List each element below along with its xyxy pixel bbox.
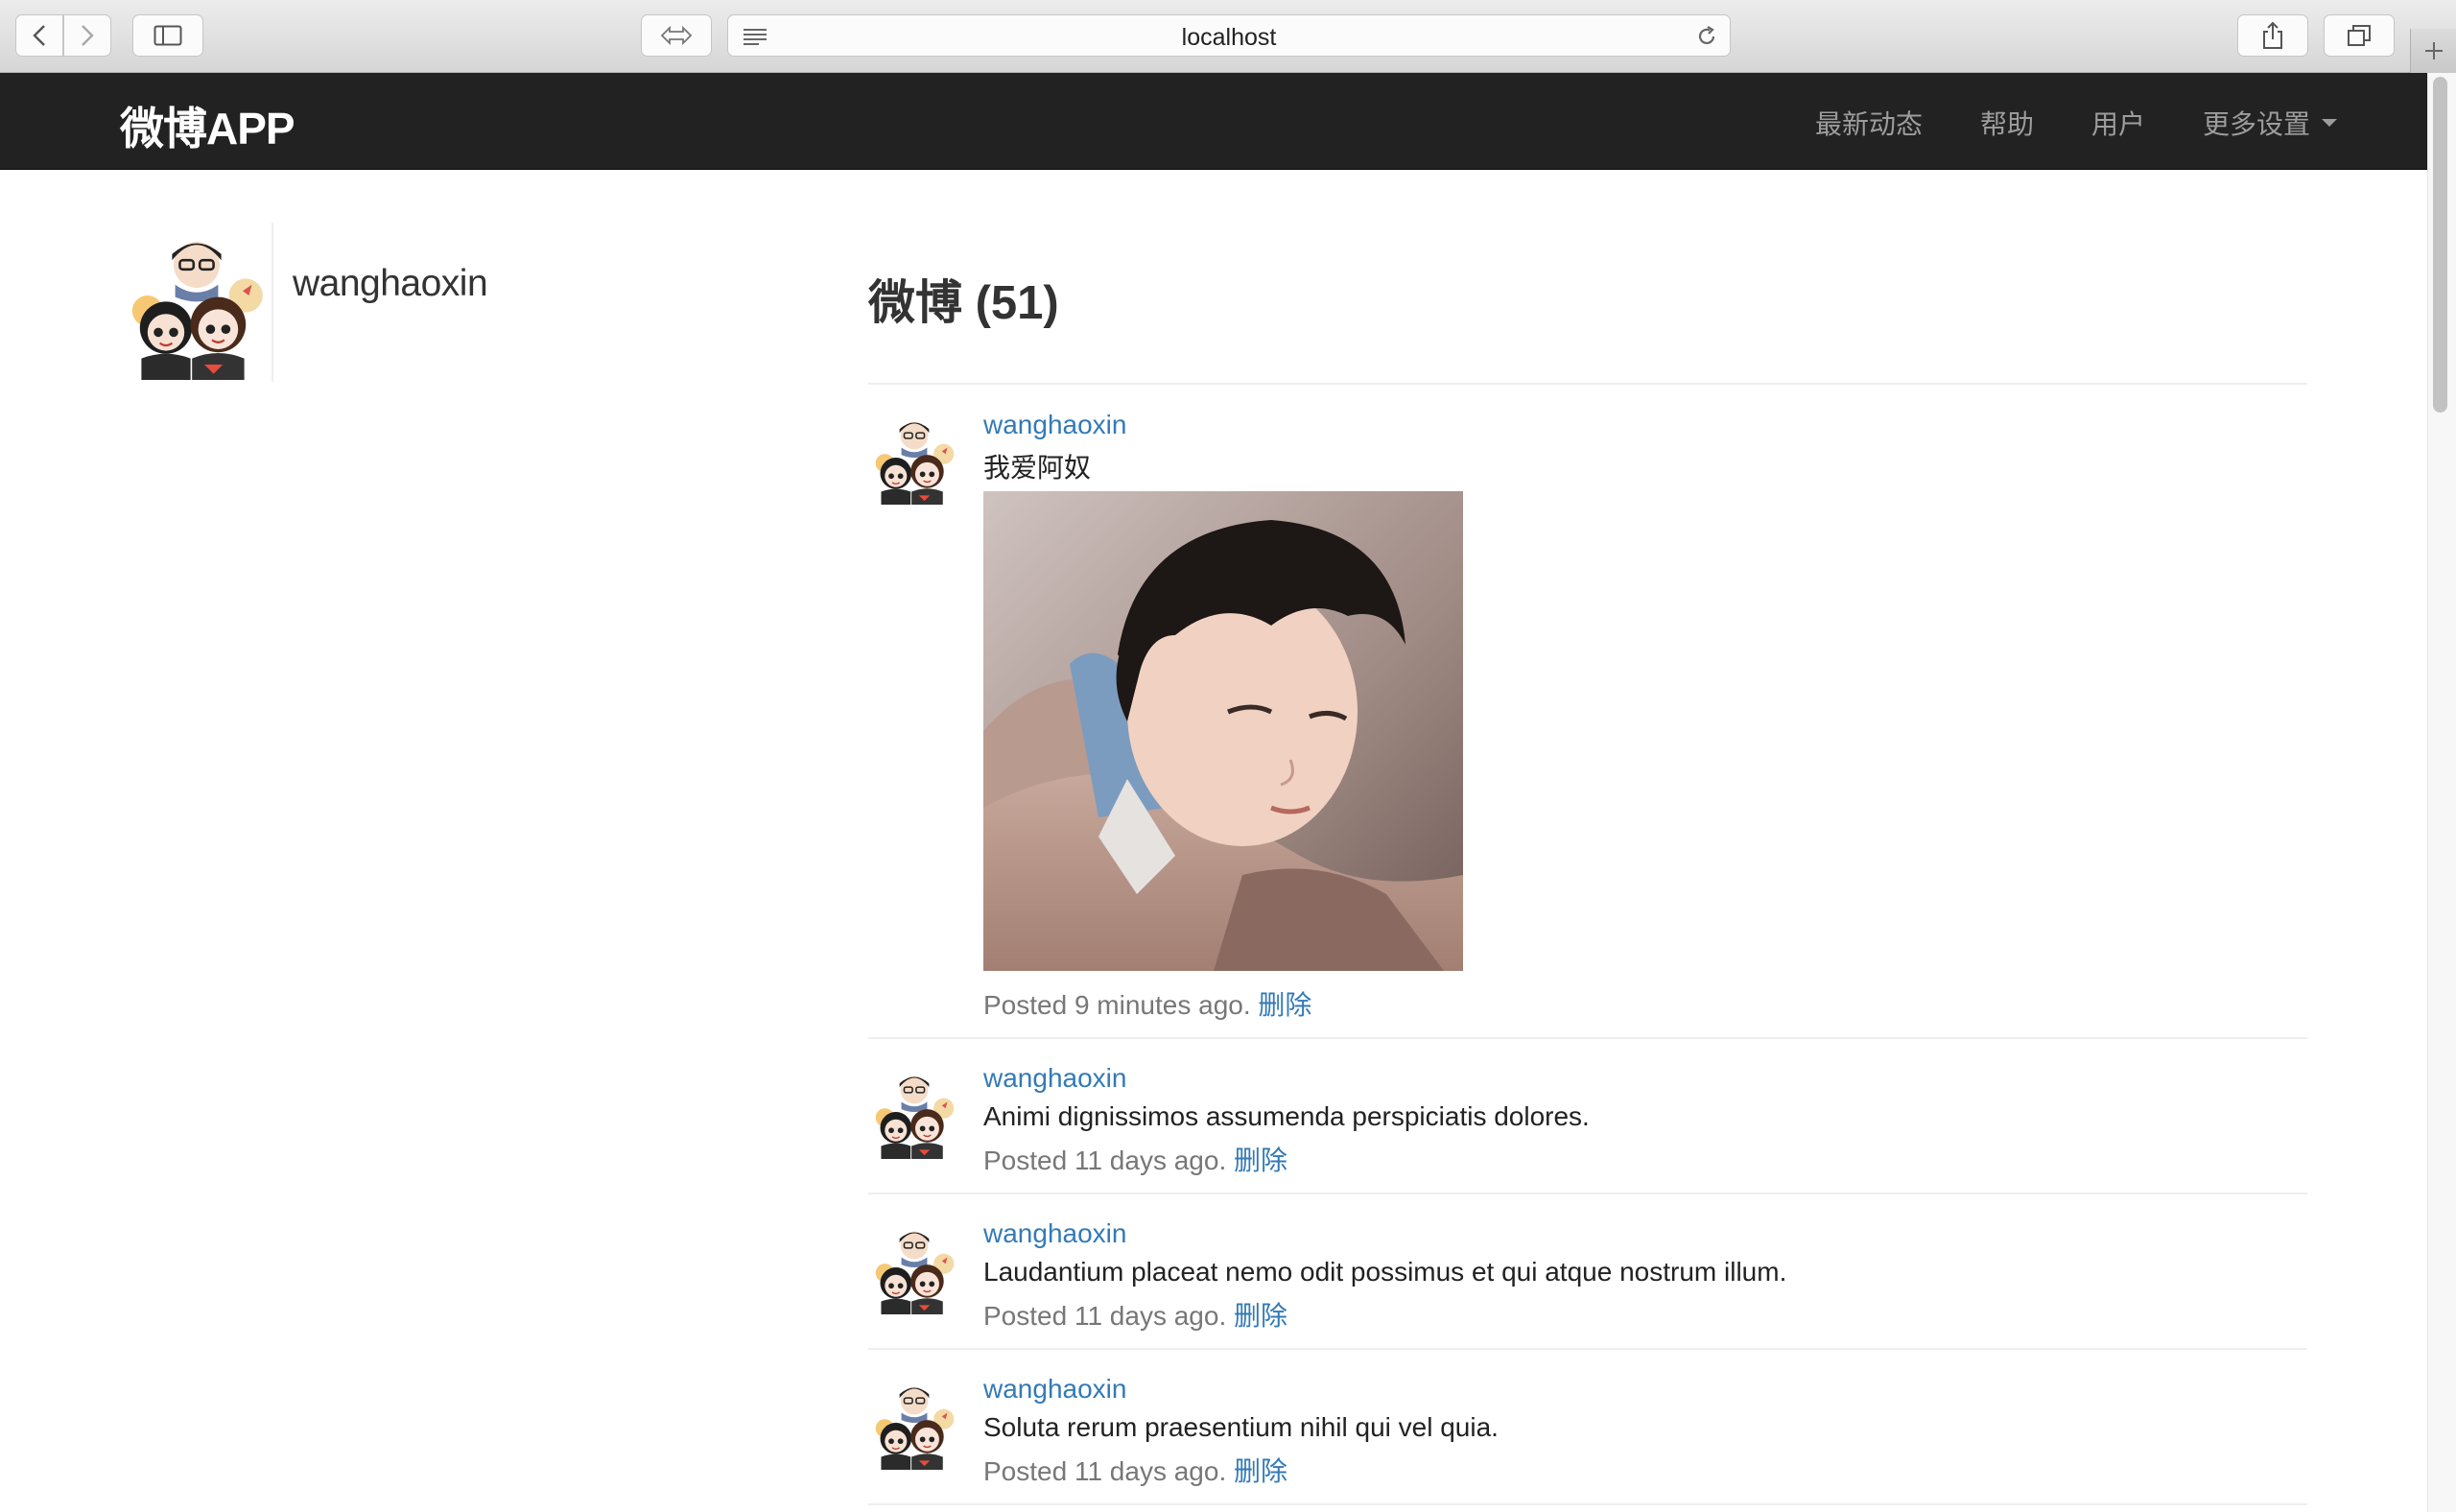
tabs-button[interactable] bbox=[2324, 14, 2395, 57]
nav-item-label: 最新动态 bbox=[1814, 109, 1923, 139]
post-username[interactable]: wanghaoxin bbox=[983, 1374, 1126, 1405]
reader-button[interactable] bbox=[641, 14, 712, 57]
nav-item-label: 更多设置 bbox=[2202, 109, 2310, 139]
sidebar-button[interactable] bbox=[132, 14, 203, 57]
post-text: Soluta rerum praesentium nihil qui vel q… bbox=[983, 1412, 1499, 1442]
post-meta: Posted 11 days ago. 删除 bbox=[983, 1295, 1287, 1334]
nav-item-latest[interactable]: 最新动态 bbox=[1815, 104, 1923, 142]
forward-button[interactable] bbox=[63, 14, 111, 57]
back-icon bbox=[33, 25, 45, 46]
divider bbox=[868, 383, 2307, 385]
delete-link[interactable]: 删除 bbox=[1258, 990, 1311, 1020]
plus-icon bbox=[2425, 42, 2443, 59]
post-meta: Posted 9 minutes ago. 删除 bbox=[983, 984, 1311, 1023]
profile-avatar[interactable] bbox=[120, 226, 273, 380]
delete-link[interactable]: 删除 bbox=[1234, 1301, 1287, 1331]
divider bbox=[868, 1348, 2307, 1350]
post-text: Laudantium placeat nemo odit possimus et… bbox=[983, 1257, 1787, 1287]
post-username[interactable]: wanghaoxin bbox=[983, 410, 1126, 440]
back-button[interactable] bbox=[15, 14, 63, 57]
divider bbox=[868, 1193, 2307, 1194]
forward-icon bbox=[82, 25, 94, 46]
nav-item-label: 用户 bbox=[2090, 109, 2145, 139]
divider bbox=[868, 1503, 2307, 1505]
browser-toolbar: localhost bbox=[0, 0, 2456, 73]
new-tab-button[interactable] bbox=[2410, 29, 2456, 73]
sidebar-icon bbox=[154, 25, 182, 46]
divider bbox=[868, 1037, 2307, 1039]
feed-title: 微博 (51) bbox=[868, 277, 1059, 329]
post-image[interactable] bbox=[983, 491, 1463, 971]
profile-divider bbox=[272, 223, 273, 382]
scrollbar-thumb[interactable] bbox=[2433, 77, 2447, 413]
tabs-icon bbox=[2348, 25, 2371, 46]
post-timestamp: Posted 11 days ago. bbox=[983, 1301, 1227, 1331]
profile-username: wanghaoxin bbox=[293, 263, 488, 304]
post-timestamp: Posted 11 days ago. bbox=[983, 1146, 1227, 1175]
post-username[interactable]: wanghaoxin bbox=[983, 1218, 1126, 1249]
post-avatar[interactable] bbox=[868, 1222, 960, 1314]
delete-link[interactable]: 删除 bbox=[1234, 1146, 1287, 1175]
share-button[interactable] bbox=[2237, 14, 2308, 57]
post-text: Animi dignissimos assumenda perspiciatis… bbox=[983, 1101, 1590, 1131]
brand-logo[interactable]: 微博APP bbox=[120, 94, 295, 157]
post-timestamp: Posted 11 days ago. bbox=[983, 1456, 1227, 1486]
post-avatar[interactable] bbox=[868, 1378, 960, 1470]
post-avatar[interactable] bbox=[868, 413, 960, 505]
address-bar[interactable]: localhost bbox=[727, 14, 1731, 57]
site-navbar: 微博APP 最新动态 帮助 用户 更多设置 bbox=[0, 73, 2427, 170]
reload-icon[interactable] bbox=[1695, 25, 1718, 48]
nav-item-help[interactable]: 帮助 bbox=[1980, 104, 2034, 142]
delete-link[interactable]: 删除 bbox=[1234, 1456, 1287, 1486]
nav-item-label: 帮助 bbox=[1979, 109, 2034, 139]
nav-menu: 最新动态 帮助 用户 更多设置 bbox=[1758, 104, 2337, 142]
nav-item-users[interactable]: 用户 bbox=[2091, 104, 2145, 142]
reader-icon bbox=[660, 25, 693, 46]
post-text: 我爱阿奴 bbox=[983, 453, 1092, 483]
post-timestamp: Posted 9 minutes ago. bbox=[983, 990, 1251, 1020]
nav-item-more-settings[interactable]: 更多设置 bbox=[2203, 104, 2337, 142]
post-meta: Posted 11 days ago. 删除 bbox=[983, 1140, 1287, 1178]
url-text: localhost bbox=[1181, 24, 1277, 51]
share-icon bbox=[2263, 21, 2282, 49]
post-username[interactable]: wanghaoxin bbox=[983, 1063, 1126, 1094]
caret-down-icon bbox=[2322, 119, 2337, 127]
post-avatar[interactable] bbox=[868, 1067, 960, 1159]
post-meta: Posted 11 days ago. 删除 bbox=[983, 1451, 1287, 1489]
